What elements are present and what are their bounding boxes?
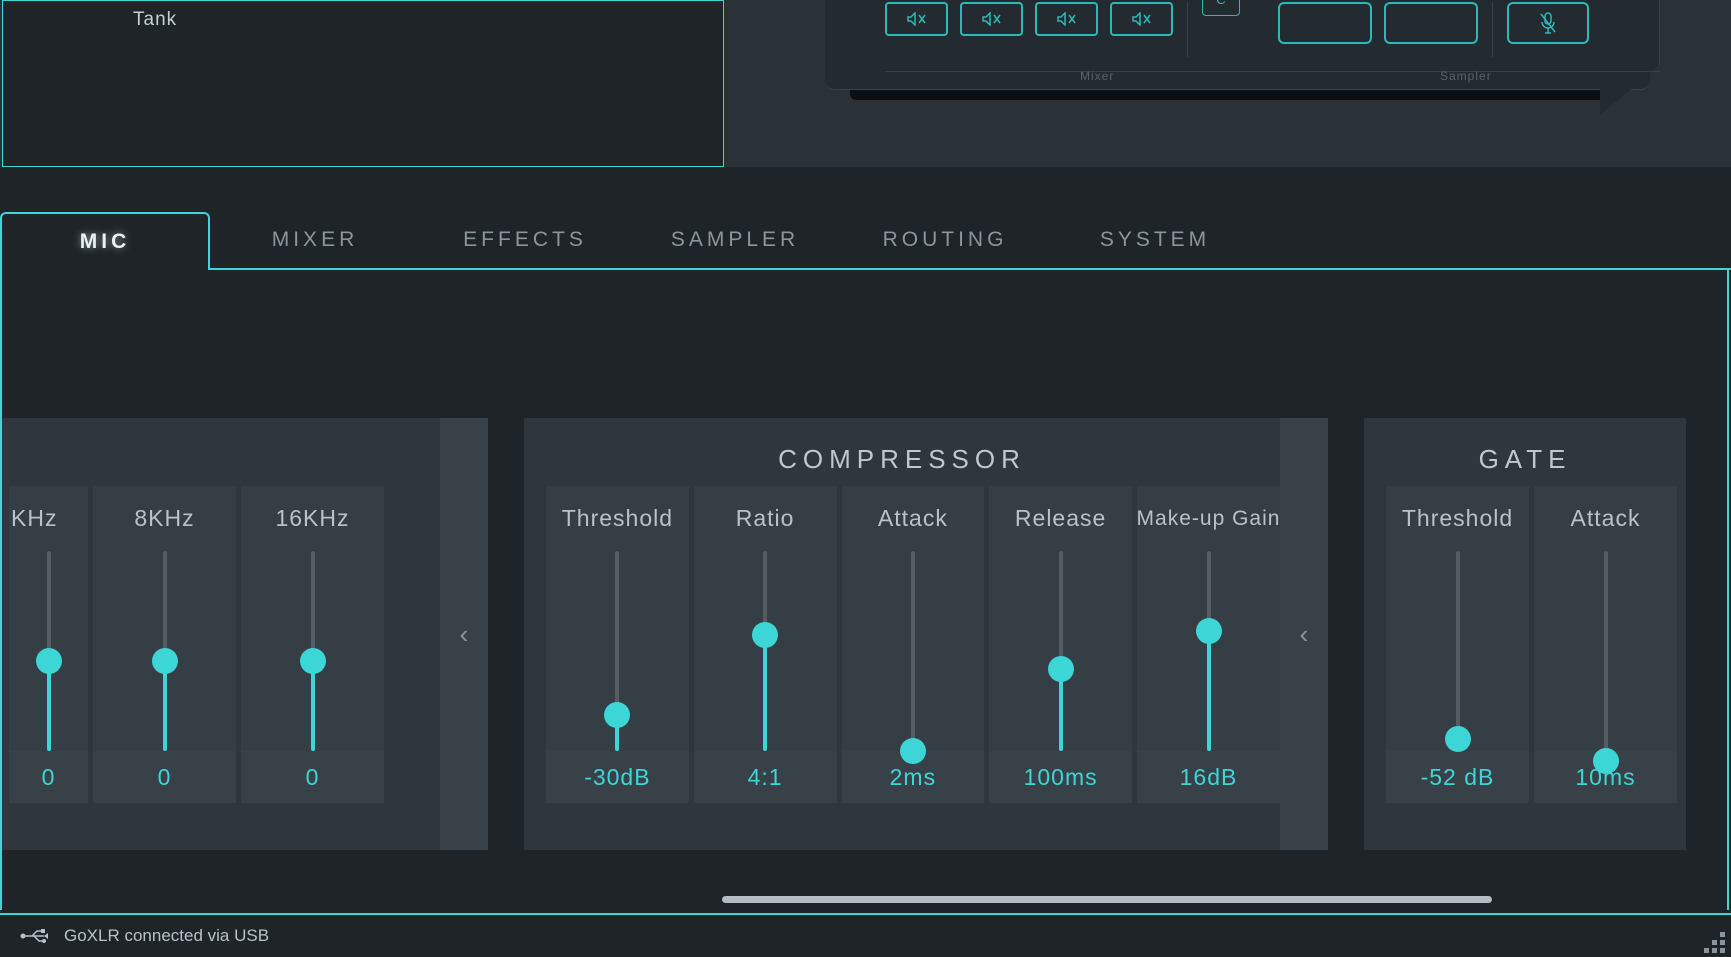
mute-button-1[interactable] (885, 2, 948, 36)
slider-value: 100ms (989, 751, 1132, 803)
mute-button-2[interactable] (960, 2, 1023, 36)
status-bar: GoXLR connected via USB (0, 913, 1731, 957)
slider-track[interactable] (763, 551, 767, 751)
top-region: Tank (0, 0, 1731, 167)
slider-track[interactable] (1604, 551, 1608, 751)
slider-knob[interactable] (152, 648, 178, 674)
slider-value: 16dB (1137, 751, 1280, 803)
compressor-title: COMPRESSOR (524, 418, 1280, 486)
sample-pad-1[interactable] (1278, 2, 1372, 44)
eq-panel: KHz 0 8KHz 0 16KHz 0 (2, 418, 440, 850)
eq-title (2, 418, 440, 486)
eq-slider-track[interactable] (163, 551, 167, 751)
tab-effects[interactable]: EFFECTS (420, 212, 630, 270)
chevron-left-icon: ‹ (460, 619, 469, 650)
usb-icon (20, 927, 46, 945)
tab-bar: MIC MIXER EFFECTS SAMPLER ROUTING SYSTEM (0, 212, 1731, 270)
slider-label: Attack (1534, 486, 1677, 551)
bank-button-c[interactable]: C (1202, 0, 1240, 16)
eq-slider-16khz: 16KHz 0 (241, 486, 384, 803)
slider-label: Ratio (694, 486, 837, 551)
hw-sampler-label: Sampler (1440, 69, 1492, 83)
sampler-group: C (1202, 0, 1478, 71)
mic-mute-button[interactable] (1507, 2, 1589, 44)
slider-track[interactable] (1059, 551, 1063, 751)
mute-button-4[interactable] (1110, 2, 1173, 36)
slider-track[interactable] (911, 551, 915, 751)
slider-knob[interactable] (300, 648, 326, 674)
tab-sampler[interactable]: SAMPLER (630, 212, 840, 270)
sample-pad-2[interactable] (1384, 2, 1478, 44)
slider-label: Attack (842, 486, 985, 551)
slider-value: 4:1 (694, 751, 837, 803)
mixer-mute-group (885, 0, 1173, 71)
eq-slider-track[interactable] (311, 551, 315, 751)
compressor-slider-makeup: Make-up Gain 16dB (1137, 486, 1280, 803)
eq-slider-value: 0 (241, 751, 384, 803)
scrollbar-thumb[interactable] (722, 896, 1492, 903)
mute-button-3[interactable] (1035, 2, 1098, 36)
hardware-panel: C Mixer Sampler (790, 0, 1690, 115)
slider-label: Release (989, 486, 1132, 551)
eq-slider-label: 16KHz (241, 486, 384, 551)
horizontal-scrollbar[interactable] (2, 896, 1727, 904)
eq-slider-label: KHz (9, 486, 88, 551)
slider-track[interactable] (615, 551, 619, 751)
gate-slider-attack: Attack 10ms (1534, 486, 1677, 803)
mic-group (1507, 0, 1589, 71)
mic-content: KHz 0 8KHz 0 16KHz 0 ‹ COMP (0, 270, 1729, 910)
eq-collapse-handle[interactable]: ‹ (440, 418, 488, 850)
profile-list: Tank (2, 0, 724, 167)
eq-slider-track[interactable] (47, 551, 51, 751)
slider-knob[interactable] (1048, 656, 1074, 682)
gate-slider-threshold: Threshold -52 dB (1386, 486, 1529, 803)
slider-value: -30dB (546, 751, 689, 803)
tab-mic[interactable]: MIC (0, 212, 210, 270)
tab-routing[interactable]: ROUTING (840, 212, 1050, 270)
slider-knob[interactable] (752, 622, 778, 648)
slider-label: Make-up Gain (1137, 486, 1280, 551)
slider-label: Threshold (546, 486, 689, 551)
compressor-panel: COMPRESSOR Threshold -30dB Ratio 4:1 Att… (524, 418, 1280, 850)
slider-track[interactable] (1456, 551, 1460, 751)
chevron-left-icon: ‹ (1300, 619, 1309, 650)
slider-knob[interactable] (1445, 726, 1471, 752)
status-text: GoXLR connected via USB (64, 926, 269, 946)
compressor-slider-release: Release 100ms (989, 486, 1132, 803)
slider-knob[interactable] (900, 738, 926, 764)
tab-mixer[interactable]: MIXER (210, 212, 420, 270)
resize-grip[interactable] (1701, 929, 1725, 953)
hw-mixer-label: Mixer (1080, 69, 1114, 83)
slider-knob[interactable] (1196, 618, 1222, 644)
eq-slider-value: 0 (93, 751, 236, 803)
compressor-slider-ratio: Ratio 4:1 (694, 486, 837, 803)
eq-slider-khz: KHz 0 (9, 486, 88, 803)
eq-slider-8khz: 8KHz 0 (93, 486, 236, 803)
slider-knob[interactable] (36, 648, 62, 674)
eq-slider-label: 8KHz (93, 486, 236, 551)
profile-item[interactable]: Tank (53, 5, 377, 35)
slider-knob[interactable] (604, 702, 630, 728)
eq-slider-value: 0 (9, 751, 88, 803)
slider-track[interactable] (1207, 551, 1211, 751)
compressor-slider-threshold: Threshold -30dB (546, 486, 689, 803)
compressor-slider-attack: Attack 2ms (842, 486, 985, 803)
slider-label: Threshold (1386, 486, 1529, 551)
slider-value: -52 dB (1386, 751, 1529, 803)
gate-panel: GATE Threshold -52 dB Attack 10ms (1364, 418, 1686, 850)
compressor-collapse-handle[interactable]: ‹ (1280, 418, 1328, 850)
slider-knob[interactable] (1593, 748, 1619, 774)
gate-title: GATE (1364, 418, 1686, 486)
tab-system[interactable]: SYSTEM (1050, 212, 1260, 270)
